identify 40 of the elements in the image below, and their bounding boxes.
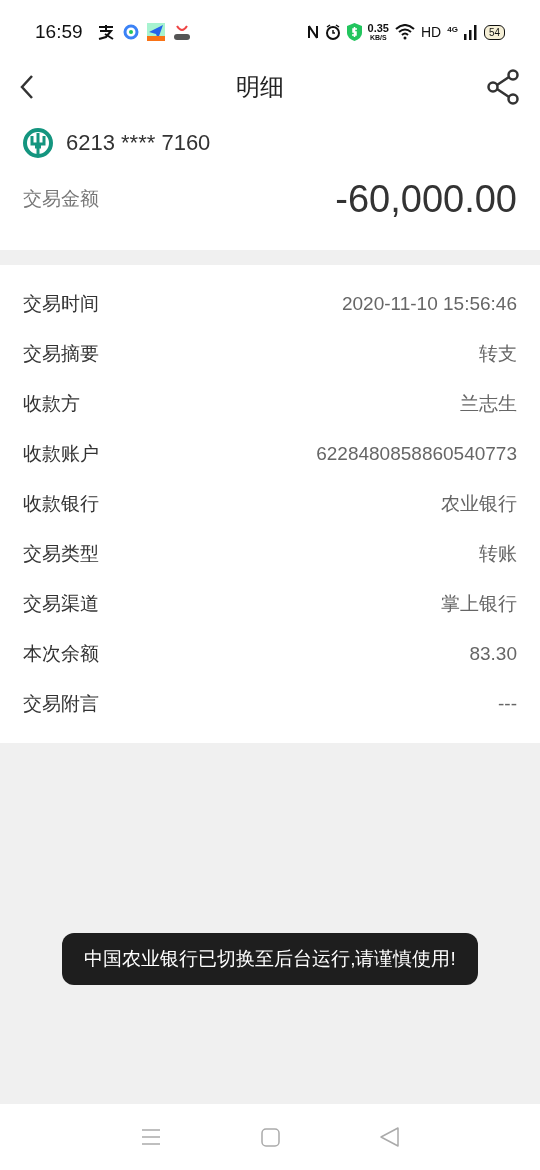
wifi-icon (394, 24, 415, 40)
home-icon[interactable] (260, 1127, 280, 1147)
share-icon[interactable] (486, 69, 520, 105)
detail-label: 收款方 (23, 391, 80, 416)
detail-value: 6228480858860540773 (316, 441, 517, 466)
page-title: 明细 (236, 72, 284, 102)
detail-label: 交易附言 (23, 691, 99, 716)
bank-logo-icon (23, 127, 53, 158)
card-number: 6213 **** 7160 (66, 129, 211, 157)
detail-label: 收款银行 (23, 491, 99, 516)
detail-value: --- (498, 691, 517, 716)
send-app-icon (146, 23, 165, 41)
amount-label: 交易金额 (23, 187, 99, 212)
menu-icon[interactable] (140, 1128, 161, 1146)
detail-label: 本次余额 (23, 641, 99, 666)
detail-value: 农业银行 (441, 491, 517, 516)
nfc-icon (306, 24, 319, 40)
alarm-icon (324, 24, 341, 40)
dollar-shield-icon (346, 23, 362, 41)
detail-value: 掌上银行 (441, 591, 517, 616)
battery-indicator: 54 (483, 24, 505, 40)
signal-icon (463, 24, 478, 40)
network-speed: 0.35 (367, 23, 389, 34)
detail-label: 交易渠道 (23, 591, 99, 616)
cell-label: 4G (447, 23, 458, 36)
status-time: 16:59 (35, 19, 83, 44)
detail-label: 交易类型 (23, 541, 99, 566)
detail-value: 2020-11-10 15:56:46 (341, 291, 517, 316)
back-icon[interactable] (20, 74, 34, 100)
detail-label: 收款账户 (23, 441, 99, 466)
hd-label: HD (420, 22, 442, 42)
amount-value: -60,000.00 (335, 177, 517, 222)
toast-message: 中国农业银行已切换至后台运行,请谨慎使用! (62, 933, 478, 985)
detail-label: 交易时间 (23, 291, 99, 316)
back-nav-icon[interactable] (379, 1127, 400, 1147)
detail-value: 兰志生 (460, 391, 517, 416)
detail-value: 转支 (479, 341, 517, 366)
detail-value: 83.30 (469, 641, 517, 666)
detail-label: 交易摘要 (23, 341, 99, 366)
detail-value: 转账 (479, 541, 517, 566)
